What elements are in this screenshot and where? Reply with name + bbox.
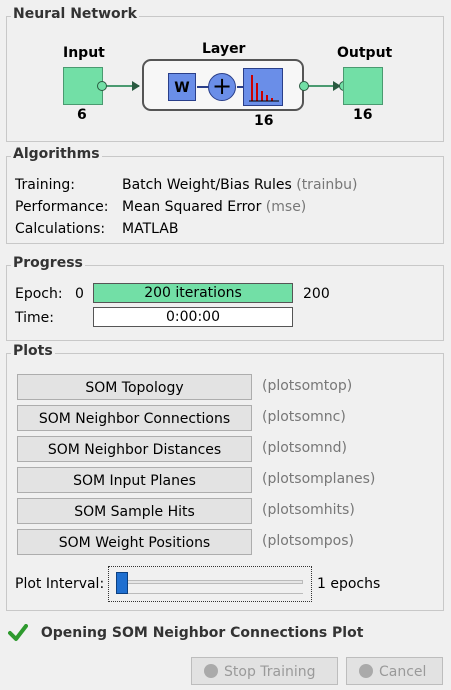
algorithms-panel: Algorithms Training: Batch Weight/Bias R…: [6, 146, 444, 244]
som-sample-hits-button[interactable]: SOM Sample Hits: [17, 498, 252, 524]
som-weight-positions-fn: (plotsompos): [262, 533, 354, 549]
output-label: Output: [337, 45, 393, 61]
output-size: 16: [353, 107, 373, 123]
cancel-icon: [359, 664, 373, 678]
sum-circle: +: [208, 73, 236, 101]
check-icon: [8, 624, 28, 641]
training-name: Batch Weight/Bias Rules: [122, 177, 292, 193]
som-input-planes-button[interactable]: SOM Input Planes: [17, 467, 252, 493]
cancel-label: Cancel: [379, 664, 427, 680]
epoch-progress-bar: 200 iterations: [93, 283, 293, 303]
stop-training-button[interactable]: Stop Training: [191, 657, 338, 685]
epoch-start: 0: [75, 286, 84, 302]
status-message-row: Opening SOM Neighbor Connections Plot: [8, 624, 363, 642]
progress-panel: Progress Epoch: 0 200 iterations 200 Tim…: [6, 255, 444, 341]
som-weight-positions-button[interactable]: SOM Weight Positions: [17, 529, 252, 555]
epoch-end: 200: [303, 286, 330, 302]
training-code: (trainbu): [296, 177, 358, 193]
plot-interval-value: 1 epochs: [317, 576, 381, 592]
neural-network-title: Neural Network: [11, 6, 139, 22]
som-sample-hits-fn: (plotsomhits): [262, 502, 355, 518]
som-neighbor-distances-button[interactable]: SOM Neighbor Distances: [17, 436, 252, 462]
calculations-value: MATLAB: [122, 221, 179, 237]
performance-key: Performance:: [15, 199, 109, 215]
input-size: 6: [77, 107, 87, 123]
performance-name: Mean Squared Error: [122, 199, 262, 215]
performance-code: (mse): [265, 199, 307, 215]
progress-title: Progress: [11, 255, 85, 271]
input-dot: [97, 81, 107, 91]
som-topology-fn: (plotsomtop): [262, 378, 353, 394]
algorithms-title: Algorithms: [11, 146, 102, 162]
transfer-function-box: [243, 68, 283, 106]
stop-icon: [204, 664, 218, 678]
training-key: Training:: [15, 177, 75, 193]
status-message: Opening SOM Neighbor Connections Plot: [40, 625, 364, 641]
calculations-key: Calculations:: [15, 221, 106, 237]
layer-label: Layer: [202, 41, 246, 57]
time-label: Time:: [15, 310, 54, 326]
layer-size: 16: [254, 113, 274, 129]
performance-value: Mean Squared Error (mse): [122, 199, 306, 215]
slider-thumb[interactable]: [116, 572, 128, 594]
transfer-function-icon: [249, 75, 279, 102]
som-input-planes-fn: (plotsomplanes): [262, 471, 376, 487]
cancel-button[interactable]: Cancel: [346, 657, 443, 685]
slider-track: [117, 580, 303, 584]
slider-ticks: [117, 593, 303, 597]
time-value: 0:00:00: [166, 309, 220, 325]
layer-output-dot: [299, 81, 309, 91]
epoch-progress-text: 200 iterations: [144, 285, 242, 301]
weight-box: W: [168, 73, 196, 101]
output-node: [343, 67, 383, 105]
som-neighbor-connections-fn: (plotsomnc): [262, 409, 346, 425]
plot-interval-slider[interactable]: [108, 566, 312, 602]
training-value: Batch Weight/Bias Rules (trainbu): [122, 177, 358, 193]
input-label: Input: [63, 45, 105, 61]
time-field: 0:00:00: [93, 307, 293, 327]
plots-title: Plots: [11, 343, 55, 359]
stop-training-label: Stop Training: [224, 664, 316, 680]
plots-panel: Plots SOM Topology (plotsomtop) SOM Neig…: [6, 343, 444, 611]
som-topology-button[interactable]: SOM Topology: [17, 374, 252, 400]
plot-interval-label: Plot Interval:: [15, 576, 105, 592]
som-neighbor-distances-fn: (plotsomnd): [262, 440, 348, 456]
input-arrow: [132, 81, 140, 91]
neural-network-panel: Neural Network Input 6 Layer W + 16 Outp…: [6, 6, 444, 142]
epoch-label: Epoch:: [15, 286, 63, 302]
som-neighbor-connections-button[interactable]: SOM Neighbor Connections: [17, 405, 252, 431]
